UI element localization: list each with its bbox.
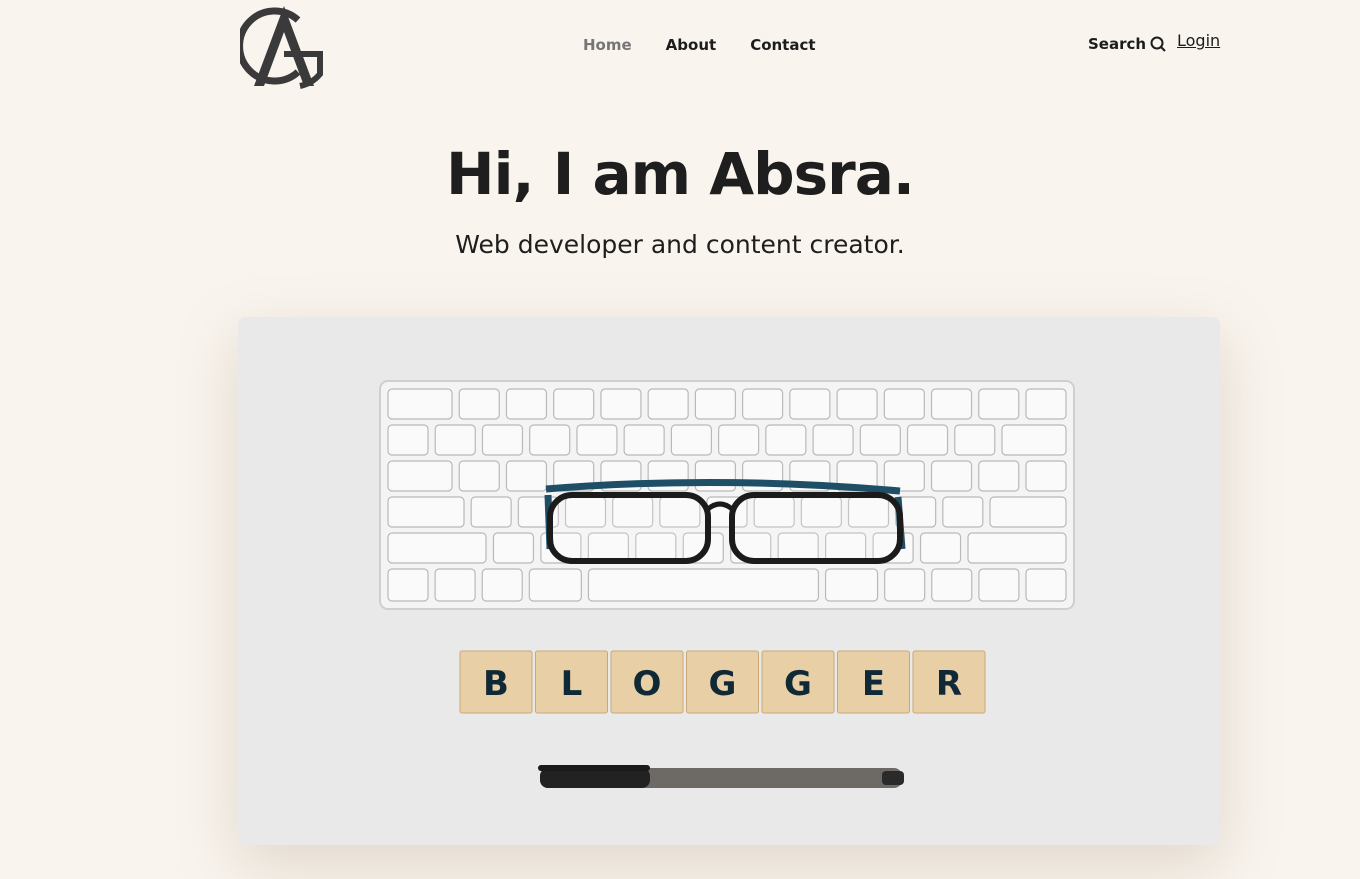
pen-image [538, 765, 904, 788]
hero-image: BLOGGER [238, 317, 1220, 845]
main-nav: Home About Contact [583, 36, 850, 54]
blogger-tiles: BLOGGER [459, 650, 986, 714]
tile-letter: R [936, 664, 962, 704]
tile-letter: L [561, 664, 583, 704]
search-button[interactable]: Search [1088, 35, 1166, 53]
nav-contact[interactable]: Contact [750, 36, 815, 54]
tile-letter: E [862, 664, 885, 704]
hero-title: Hi, I am Absra. [446, 140, 915, 208]
tile-letter: G [784, 664, 812, 704]
site-logo[interactable] [236, 2, 326, 90]
search-label: Search [1088, 35, 1147, 53]
blogger-illustration: BLOGGER [238, 317, 1220, 845]
tile-letter: O [633, 664, 662, 704]
nav-about[interactable]: About [666, 36, 717, 54]
tile-letter: B [483, 664, 509, 704]
login-link[interactable]: Login [1177, 31, 1220, 50]
tile-letter: G [709, 664, 737, 704]
nav-home[interactable]: Home [583, 36, 632, 54]
keyboard-image [379, 380, 1075, 610]
hero-subtitle: Web developer and content creator. [455, 230, 905, 259]
logo-icon [236, 6, 323, 89]
search-icon [1150, 36, 1166, 52]
